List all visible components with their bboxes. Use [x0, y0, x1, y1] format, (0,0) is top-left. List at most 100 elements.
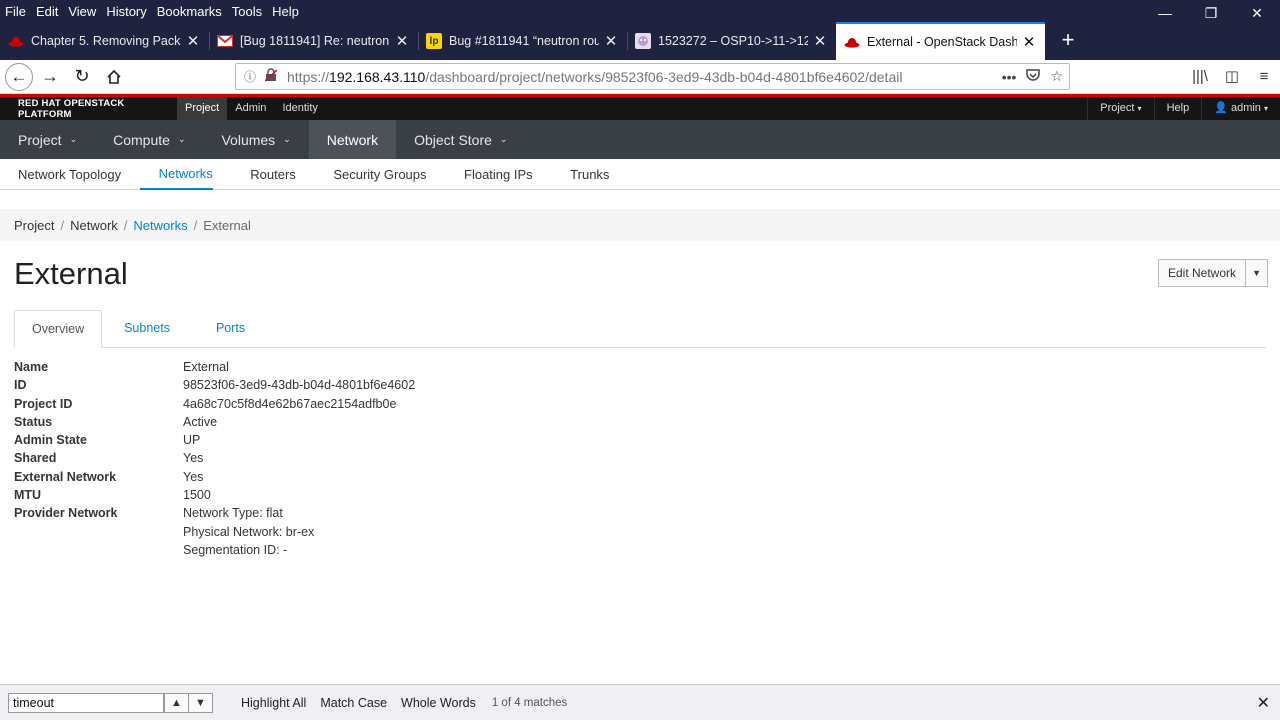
nav-object-store[interactable]: Object Store ⌄ [396, 120, 525, 159]
menu-bookmarks[interactable]: Bookmarks [151, 4, 226, 19]
back-icon[interactable]: ← [5, 62, 33, 91]
nav-compute[interactable]: Compute ⌄ [95, 120, 203, 159]
detail-label: Name [14, 360, 49, 374]
find-previous-icon[interactable]: ▲ [164, 692, 189, 713]
detail-value: 4a68c70c5f8d4e62b67aec2154adfb0e [183, 396, 397, 411]
brand-logo[interactable]: RED HAT OPENSTACK PLATFORM [0, 98, 177, 120]
provider-segmentation-id: Segmentation ID: - [183, 542, 288, 557]
edit-network-button[interactable]: Edit Network [1159, 260, 1247, 286]
browser-tabstrip: Chapter 5. Removing Packstack ✕ [Bug 181… [0, 22, 1280, 60]
detail-value: 1500 [183, 488, 211, 503]
project-dropdown[interactable]: Project ▾ [1087, 97, 1153, 120]
insecure-lock-icon[interactable] [261, 68, 281, 85]
close-tab-icon[interactable]: ✕ [1021, 33, 1037, 51]
breadcrumb-separator: / [123, 217, 128, 233]
bookmark-star-icon[interactable]: ☆ [1050, 68, 1063, 85]
nav-label: Project [18, 131, 62, 148]
browser-tab[interactable]: 1523272 – OSP10->11->12 upgr ✕ [627, 22, 836, 60]
browser-tab[interactable]: [Bug 1811941] Re: neutron rout ✕ [209, 22, 418, 60]
subnav-routers[interactable]: Routers [232, 159, 296, 190]
breadcrumb-project: Project [14, 217, 55, 233]
browser-tab[interactable]: Chapter 5. Removing Packstack ✕ [0, 22, 209, 60]
whole-words-toggle[interactable]: Whole Words [401, 696, 476, 710]
home-icon[interactable] [99, 62, 129, 92]
find-next-icon[interactable]: ▼ [188, 692, 213, 713]
detail-label: Provider Network [14, 506, 118, 521]
forward-icon[interactable]: → [35, 62, 65, 92]
url-host: 192.168.43.110 [329, 68, 426, 85]
url-scheme: https:// [287, 68, 330, 85]
detail-row-provider-network: Provider Network Network Type: flat Phys… [14, 504, 415, 559]
pocket-icon[interactable] [1026, 68, 1041, 85]
detail-tabs: Overview Subnets Ports [14, 310, 1266, 348]
url-text[interactable]: https://192.168.43.110/dashboard/project… [287, 69, 902, 85]
launchpad-favicon-icon: lp [426, 33, 442, 49]
redhat-favicon-icon [8, 33, 24, 49]
hamburger-menu-icon[interactable]: ≡ [1248, 68, 1280, 85]
tab-overview[interactable]: Overview [14, 310, 103, 348]
detail-label: ID [14, 378, 27, 393]
subnav-networks[interactable]: Networks [140, 159, 213, 190]
user-icon: 👤 [1214, 102, 1228, 114]
chevron-down-icon: ⌄ [177, 134, 186, 144]
match-case-toggle[interactable]: Match Case [320, 696, 387, 710]
breadcrumb-networks-link[interactable]: Networks [133, 218, 187, 233]
url-bar[interactable]: ⓘ https://192.168.43.110/dashboard/proje… [235, 63, 1070, 90]
nav-project[interactable]: Project ⌄ [0, 120, 95, 159]
masthead-tab-admin[interactable]: Admin [227, 97, 274, 120]
network-details: Name External ID 98523f06-3ed9-43db-b04d-4… [14, 358, 415, 559]
menu-file[interactable]: File [0, 4, 30, 19]
nav-network[interactable]: Network [308, 120, 397, 159]
bugzilla-favicon-icon [635, 33, 651, 49]
detail-row: Shared Yes [14, 449, 415, 467]
tab-title: Bug #1811941 “neutron routers [449, 34, 599, 48]
sidebar-icon[interactable]: ◫ [1216, 67, 1248, 85]
find-status: 1 of 4 matches [491, 696, 568, 709]
detail-label: Admin State [14, 433, 87, 448]
menu-history[interactable]: History [100, 4, 150, 19]
browser-tab-active[interactable]: External - OpenStack Dashboard ✕ [836, 22, 1045, 60]
more-actions-caret-icon[interactable]: ▼ [1246, 260, 1267, 286]
masthead-tab-identity[interactable]: Identity [274, 97, 325, 120]
masthead: RED HAT OPENSTACK PLATFORM Project Admin… [0, 97, 1280, 120]
page-title: External [14, 256, 128, 291]
library-icon[interactable]: |||\ [1184, 68, 1216, 85]
browser-tab[interactable]: lp Bug #1811941 “neutron routers ✕ [418, 22, 627, 60]
nav-label: Network [326, 131, 379, 148]
breadcrumb: Project / Network / Networks / External [0, 209, 1280, 241]
subnav-network-topology[interactable]: Network Topology [0, 159, 121, 190]
close-tab-icon[interactable]: ✕ [603, 32, 619, 50]
tab-ports[interactable]: Ports [199, 310, 262, 347]
tab-title: External - OpenStack Dashboard [867, 35, 1017, 49]
subnav-security-groups[interactable]: Security Groups [315, 159, 426, 190]
breadcrumb-separator: / [193, 217, 198, 233]
menu-view[interactable]: View [62, 4, 100, 19]
close-tab-icon[interactable]: ✕ [812, 32, 828, 50]
reload-icon[interactable]: ↻ [67, 62, 97, 92]
main-nav: Project ⌄ Compute ⌄ Volumes ⌄ Network Objec… [0, 120, 1280, 159]
find-input[interactable] [8, 692, 164, 713]
tab-subnets[interactable]: Subnets [107, 310, 187, 347]
chevron-down-icon: ▾ [1137, 104, 1142, 113]
menu-tools[interactable]: Tools [226, 4, 266, 19]
detail-row: Admin State UP [14, 431, 415, 449]
detail-value: Active [183, 414, 218, 429]
highlight-all-toggle[interactable]: Highlight All [241, 696, 306, 710]
info-icon[interactable]: ⓘ [239, 68, 261, 85]
close-tab-icon[interactable]: ✕ [185, 32, 201, 50]
new-tab-button[interactable]: + [1053, 22, 1083, 60]
nav-label: Object Store [414, 131, 492, 148]
close-findbar-icon[interactable]: ✕ [1257, 693, 1270, 713]
subnav-trunks[interactable]: Trunks [552, 159, 609, 190]
detail-value: Network Type: flat Physical Network: br-… [183, 504, 314, 559]
subnav-floating-ips[interactable]: Floating IPs [446, 159, 533, 190]
user-dropdown[interactable]: 👤 admin ▾ [1201, 97, 1280, 120]
page-actions-icon[interactable]: ••• [1002, 69, 1017, 85]
nav-volumes[interactable]: Volumes ⌄ [203, 120, 308, 159]
close-tab-icon[interactable]: ✕ [394, 32, 410, 50]
help-link[interactable]: Help [1153, 97, 1202, 120]
menu-edit[interactable]: Edit [30, 4, 62, 19]
chevron-down-icon: ⌄ [283, 134, 291, 144]
masthead-tab-project[interactable]: Project [177, 97, 228, 120]
menu-help[interactable]: Help [266, 4, 303, 19]
